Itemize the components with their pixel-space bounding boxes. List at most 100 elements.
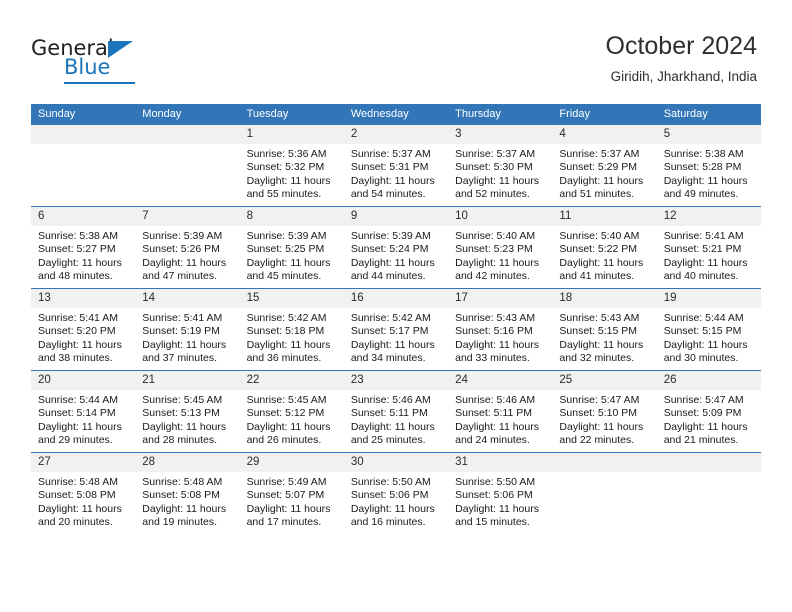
day-details: Sunrise: 5:48 AM Sunset: 5:08 PM Daylight:…	[135, 472, 239, 530]
calendar-day-cell[interactable]: 23 Sunrise: 5:46 AM Sunset: 5:11 PM Dayligh…	[343, 370, 449, 453]
day-details: Sunrise: 5:48 AM Sunset: 5:08 PM Daylight:…	[31, 472, 135, 530]
title-block: October 2024 Giridih, Jharkhand, India	[606, 30, 758, 87]
sunset-text: Sunset: 5:09 PM	[663, 407, 742, 420]
calendar-day-cell[interactable]: 16 Sunrise: 5:42 AM Sunset: 5:17 PM Dayligh…	[343, 288, 449, 371]
daylight-text-line2: and 49 minutes.	[663, 188, 739, 201]
day-number: 19	[656, 289, 761, 308]
sunset-text: Sunset: 5:18 PM	[246, 325, 325, 338]
daylight-text-line2: and 36 minutes.	[246, 352, 322, 365]
calendar-day-cell[interactable]: 29 Sunrise: 5:49 AM Sunset: 5:07 PM Dayligh…	[239, 452, 344, 534]
calendar-day-cell-empty	[552, 452, 657, 534]
day-details: Sunrise: 5:38 AM Sunset: 5:28 PM Daylight:…	[657, 144, 761, 202]
day-details: Sunrise: 5:46 AM Sunset: 5:11 PM Daylight:…	[448, 390, 552, 448]
sunset-text: Sunset: 5:08 PM	[38, 489, 116, 502]
daylight-text-line1: Daylight: 11 hours	[559, 256, 644, 269]
day-details: Sunrise: 5:41 AM Sunset: 5:20 PM Daylight:…	[31, 308, 135, 366]
day-number: 17	[448, 289, 553, 308]
daylight-text-line1: Daylight: 11 hours	[38, 502, 122, 515]
calendar-day-cell[interactable]: 24 Sunrise: 5:46 AM Sunset: 5:11 PM Dayligh…	[448, 370, 553, 453]
calendar-day-cell[interactable]: 22 Sunrise: 5:45 AM Sunset: 5:12 PM Dayligh…	[239, 370, 344, 453]
calendar-body: 1 Sunrise: 5:36 AM Sunset: 5:32 PM Daylight…	[31, 125, 761, 534]
calendar-day-cell[interactable]: 18 Sunrise: 5:43 AM Sunset: 5:15 PM Dayligh…	[552, 288, 657, 371]
calendar-day-cell[interactable]: 27 Sunrise: 5:48 AM Sunset: 5:08 PM Dayligh…	[31, 452, 136, 534]
day-details: Sunrise: 5:37 AM Sunset: 5:29 PM Daylight:…	[552, 144, 656, 202]
daylight-text-line2: and 22 minutes.	[559, 434, 635, 447]
day-details: Sunrise: 5:44 AM Sunset: 5:14 PM Daylight:…	[31, 390, 135, 448]
calendar-day-cell[interactable]: 26 Sunrise: 5:47 AM Sunset: 5:09 PM Dayligh…	[656, 370, 761, 453]
daylight-text-line2: and 51 minutes.	[559, 188, 635, 201]
calendar-day-cell[interactable]: 9 Sunrise: 5:39 AM Sunset: 5:24 PM Daylight…	[343, 206, 449, 289]
calendar-day-cell[interactable]: 30 Sunrise: 5:50 AM Sunset: 5:06 PM Dayligh…	[343, 452, 449, 534]
calendar-day-cell[interactable]: 12 Sunrise: 5:41 AM Sunset: 5:21 PM Dayligh…	[656, 206, 761, 289]
sunrise-text: Sunrise: 5:38 AM	[38, 230, 118, 242]
sunrise-text: Sunrise: 5:39 AM	[246, 230, 327, 242]
general-blue-logo[interactable]: General Blue	[31, 38, 231, 86]
daylight-text-line1: Daylight: 11 hours	[246, 420, 331, 433]
day-details: Sunrise: 5:50 AM Sunset: 5:06 PM Daylight:…	[448, 472, 552, 530]
sunrise-text: Sunrise: 5:47 AM	[663, 394, 744, 406]
calendar-day-cell[interactable]: 21 Sunrise: 5:45 AM Sunset: 5:13 PM Dayligh…	[135, 370, 240, 453]
calendar-day-cell[interactable]: 4 Sunrise: 5:37 AM Sunset: 5:29 PM Daylight…	[552, 125, 657, 207]
day-details: Sunrise: 5:38 AM Sunset: 5:27 PM Daylight:…	[31, 226, 135, 284]
sunset-text: Sunset: 5:27 PM	[38, 243, 116, 256]
sunrise-text: Sunrise: 5:49 AM	[246, 476, 327, 488]
calendar-day-cell[interactable]: 2 Sunrise: 5:37 AM Sunset: 5:31 PM Daylight…	[343, 125, 449, 207]
calendar-day-cell[interactable]: 1 Sunrise: 5:36 AM Sunset: 5:32 PM Daylight…	[239, 125, 344, 207]
day-number	[656, 453, 761, 472]
daylight-text-line1: Daylight: 11 hours	[350, 338, 435, 351]
sunrise-text: Sunrise: 5:38 AM	[663, 148, 744, 160]
calendar-day-cell[interactable]: 3 Sunrise: 5:37 AM Sunset: 5:30 PM Daylight…	[448, 125, 553, 207]
daylight-text-line2: and 29 minutes.	[38, 434, 113, 447]
daylight-text-line1: Daylight: 11 hours	[559, 420, 644, 433]
sunrise-text: Sunrise: 5:41 AM	[663, 230, 744, 242]
day-details: Sunrise: 5:41 AM Sunset: 5:21 PM Daylight:…	[657, 226, 761, 284]
calendar-day-cell[interactable]: 13 Sunrise: 5:41 AM Sunset: 5:20 PM Dayligh…	[31, 288, 136, 371]
daylight-text-line1: Daylight: 11 hours	[350, 256, 435, 269]
day-number: 30	[343, 453, 449, 472]
calendar-day-cell[interactable]: 11 Sunrise: 5:40 AM Sunset: 5:22 PM Dayligh…	[552, 206, 657, 289]
calendar-day-cell[interactable]: 5 Sunrise: 5:38 AM Sunset: 5:28 PM Daylight…	[656, 125, 761, 207]
calendar-day-cell[interactable]: 6 Sunrise: 5:38 AM Sunset: 5:27 PM Daylight…	[31, 206, 136, 289]
calendar-day-cell[interactable]: 31 Sunrise: 5:50 AM Sunset: 5:06 PM Dayligh…	[448, 452, 553, 534]
sunrise-text: Sunrise: 5:39 AM	[142, 230, 223, 242]
calendar-week-row: 6 Sunrise: 5:38 AM Sunset: 5:27 PM Daylight…	[31, 206, 761, 289]
sunrise-text: Sunrise: 5:43 AM	[455, 312, 536, 324]
calendar-day-cell[interactable]: 15 Sunrise: 5:42 AM Sunset: 5:18 PM Dayligh…	[239, 288, 344, 371]
day-number: 23	[343, 371, 449, 390]
day-number: 4	[552, 125, 657, 144]
sunset-text: Sunset: 5:16 PM	[455, 325, 533, 338]
day-number: 10	[448, 207, 553, 226]
calendar-day-cell[interactable]: 28 Sunrise: 5:48 AM Sunset: 5:08 PM Dayligh…	[135, 452, 240, 534]
day-details: Sunrise: 5:42 AM Sunset: 5:18 PM Daylight:…	[240, 308, 344, 366]
daylight-text-line2: and 47 minutes.	[142, 270, 217, 283]
sunset-text: Sunset: 5:17 PM	[350, 325, 429, 338]
daylight-text-line2: and 55 minutes.	[246, 188, 322, 201]
daylight-text-line2: and 15 minutes.	[455, 516, 530, 529]
calendar-day-cell[interactable]: 25 Sunrise: 5:47 AM Sunset: 5:10 PM Dayligh…	[552, 370, 657, 453]
calendar-day-cell[interactable]: 20 Sunrise: 5:44 AM Sunset: 5:14 PM Dayligh…	[31, 370, 136, 453]
weekday-header-monday: Monday	[135, 104, 240, 125]
page-title: October 2024	[605, 32, 758, 60]
sunset-text: Sunset: 5:26 PM	[142, 243, 220, 256]
daylight-text-line1: Daylight: 11 hours	[246, 502, 331, 515]
day-number: 27	[31, 453, 136, 472]
calendar-day-cell[interactable]: 14 Sunrise: 5:41 AM Sunset: 5:19 PM Dayligh…	[135, 288, 240, 371]
calendar-week-row: 27 Sunrise: 5:48 AM Sunset: 5:08 PM Dayligh…	[31, 452, 761, 534]
sunset-text: Sunset: 5:14 PM	[38, 407, 116, 420]
calendar-day-cell[interactable]: 19 Sunrise: 5:44 AM Sunset: 5:15 PM Dayligh…	[656, 288, 761, 371]
sunrise-text: Sunrise: 5:46 AM	[455, 394, 536, 406]
sunset-text: Sunset: 5:08 PM	[142, 489, 220, 502]
calendar-day-cell[interactable]: 8 Sunrise: 5:39 AM Sunset: 5:25 PM Daylight…	[239, 206, 344, 289]
sunrise-text: Sunrise: 5:36 AM	[246, 148, 327, 160]
calendar-day-cell[interactable]: 10 Sunrise: 5:40 AM Sunset: 5:23 PM Dayligh…	[448, 206, 553, 289]
sunrise-text: Sunrise: 5:39 AM	[350, 230, 431, 242]
daylight-text-line2: and 48 minutes.	[38, 270, 113, 283]
sunrise-text: Sunrise: 5:46 AM	[350, 394, 431, 406]
sunrise-text: Sunrise: 5:45 AM	[246, 394, 327, 406]
calendar-day-cell[interactable]: 7 Sunrise: 5:39 AM Sunset: 5:26 PM Daylight…	[135, 206, 240, 289]
daylight-text-line1: Daylight: 11 hours	[142, 338, 227, 351]
day-number	[552, 453, 657, 472]
calendar-day-cell[interactable]: 17 Sunrise: 5:43 AM Sunset: 5:16 PM Dayligh…	[448, 288, 553, 371]
daylight-text-line1: Daylight: 11 hours	[38, 420, 122, 433]
day-details: Sunrise: 5:39 AM Sunset: 5:24 PM Daylight:…	[344, 226, 448, 284]
